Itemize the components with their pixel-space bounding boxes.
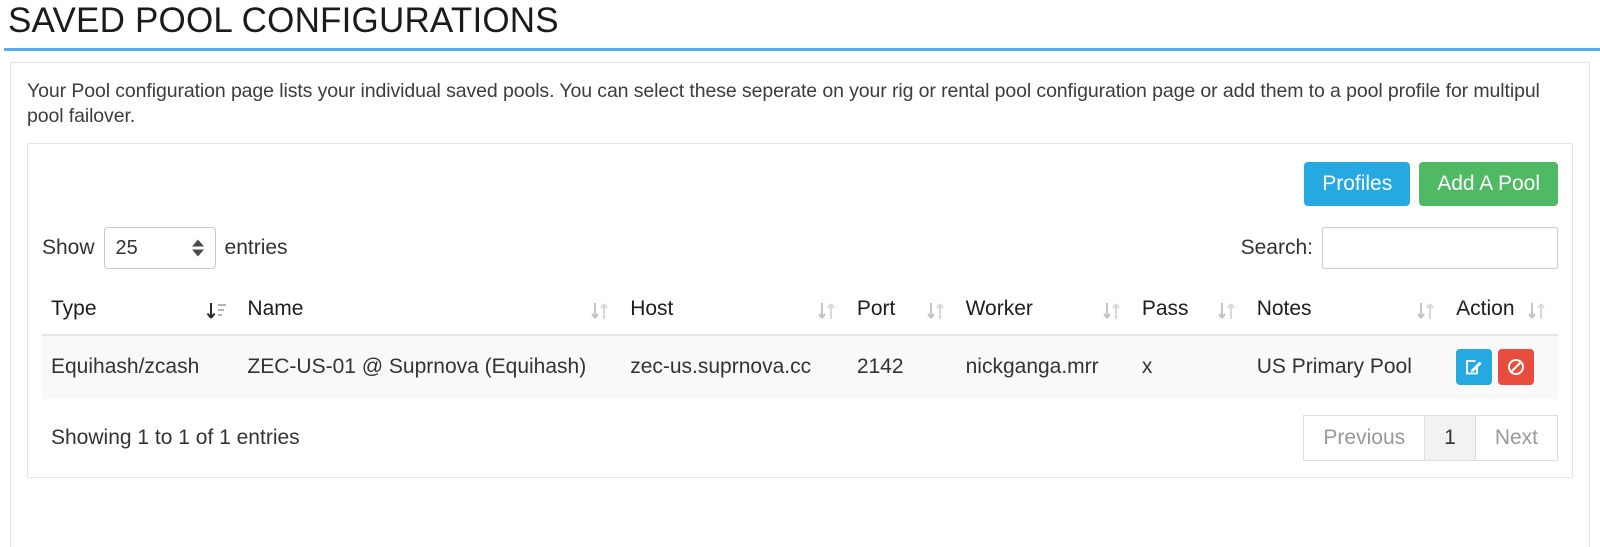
content-panel: Your Pool configuration page lists your … (10, 61, 1590, 547)
sort-both-icon (1217, 303, 1235, 320)
cell-type: Equihash/zcash (42, 334, 239, 400)
title-underline-rule (4, 47, 1600, 51)
column-label: Host (630, 297, 674, 321)
column-header-host[interactable]: Host (621, 286, 848, 337)
column-label: Name (247, 297, 304, 321)
pagination-next-button[interactable]: Next (1474, 415, 1558, 462)
saved-pools-table: Type Name Host Port Worker Pass Notes Ac… (42, 286, 1558, 400)
pagination-previous-button[interactable]: Previous (1303, 415, 1426, 462)
column-label: Type (51, 297, 97, 321)
column-header-action[interactable]: Action (1447, 286, 1558, 337)
sort-both-icon (926, 303, 944, 320)
table-head: Type Name Host Port Worker Pass Notes Ac… (42, 286, 1558, 337)
add-a-pool-button[interactable]: Add A Pool (1419, 162, 1558, 207)
column-label: Port (856, 297, 896, 321)
table-toolbar: Profiles Add A Pool (42, 156, 1558, 207)
search-input[interactable] (1322, 227, 1558, 270)
table-row: Equihash/zcash ZEC-US-01 @ Suprnova (Equ… (42, 334, 1558, 400)
panel-body: Your Pool configuration page lists your … (11, 63, 1589, 489)
entries-select-wrapper: 25 (103, 227, 216, 270)
page-title: SAVED POOL CONFIGURATIONS (8, 1, 559, 40)
pagination: Previous 1 Next (1303, 415, 1558, 462)
cell-pass: x (1132, 334, 1248, 400)
sort-both-icon (591, 303, 608, 320)
column-label: Notes (1256, 297, 1312, 321)
column-header-type[interactable]: Type (42, 286, 239, 337)
cell-port: 2142 (847, 334, 957, 400)
table-search-control: Search: (1240, 227, 1558, 270)
cell-name: ZEC-US-01 @ Suprnova (Equihash) (238, 334, 622, 400)
column-header-worker[interactable]: Worker (956, 286, 1133, 337)
column-label: Pass (1141, 297, 1189, 321)
saved-pool-configurations-page: SAVED POOL CONFIGURATIONS Your Pool conf… (0, 0, 1600, 547)
table-header-row: Type Name Host Port Worker Pass Notes Ac… (42, 286, 1558, 337)
column-label: Action (1456, 297, 1515, 321)
page-header: SAVED POOL CONFIGURATIONS (0, 0, 1600, 51)
entries-label: entries (224, 236, 288, 260)
ban-circle-slash-icon (1508, 359, 1525, 376)
table-info-text: Showing 1 to 1 of 1 entries (51, 426, 300, 450)
column-header-port[interactable]: Port (847, 286, 957, 337)
show-label: Show (42, 236, 95, 260)
search-label: Search: (1240, 236, 1313, 260)
pools-table-card-inner: Profiles Add A Pool Show 25 entries Sear… (28, 144, 1572, 477)
profiles-button[interactable]: Profiles (1304, 162, 1411, 207)
table-controls-row: Show 25 entries Search: (42, 206, 1558, 270)
edit-pencil-square-icon (1466, 360, 1482, 375)
sort-both-icon (1528, 303, 1545, 320)
delete-pool-button[interactable] (1498, 349, 1535, 386)
pools-table-card: Profiles Add A Pool Show 25 entries Sear… (27, 143, 1573, 479)
sort-ascending-icon (207, 303, 227, 319)
pagination-page-1-button[interactable]: 1 (1424, 415, 1476, 462)
column-header-name[interactable]: Name (238, 286, 622, 337)
table-footer: Showing 1 to 1 of 1 entries Previous 1 N… (42, 399, 1558, 477)
column-header-pass[interactable]: Pass (1132, 286, 1248, 337)
sort-both-icon (818, 303, 835, 320)
entries-per-page-select[interactable]: 25 (103, 227, 216, 270)
cell-host: zec-us.suprnova.cc (621, 334, 848, 400)
edit-pool-button[interactable] (1456, 349, 1493, 386)
sort-both-icon (1103, 303, 1120, 320)
row-action-buttons (1456, 349, 1549, 386)
column-label: Worker (965, 297, 1033, 321)
column-header-notes[interactable]: Notes (1247, 286, 1448, 337)
cell-action (1447, 334, 1558, 400)
cell-worker: nickganga.mrr (956, 334, 1133, 400)
intro-description: Your Pool configuration page lists your … (27, 79, 1540, 127)
cell-notes: US Primary Pool (1247, 334, 1448, 400)
entries-length-control: Show 25 entries (42, 227, 288, 270)
table-body: Equihash/zcash ZEC-US-01 @ Suprnova (Equ… (42, 334, 1558, 400)
sort-both-icon (1417, 303, 1434, 320)
